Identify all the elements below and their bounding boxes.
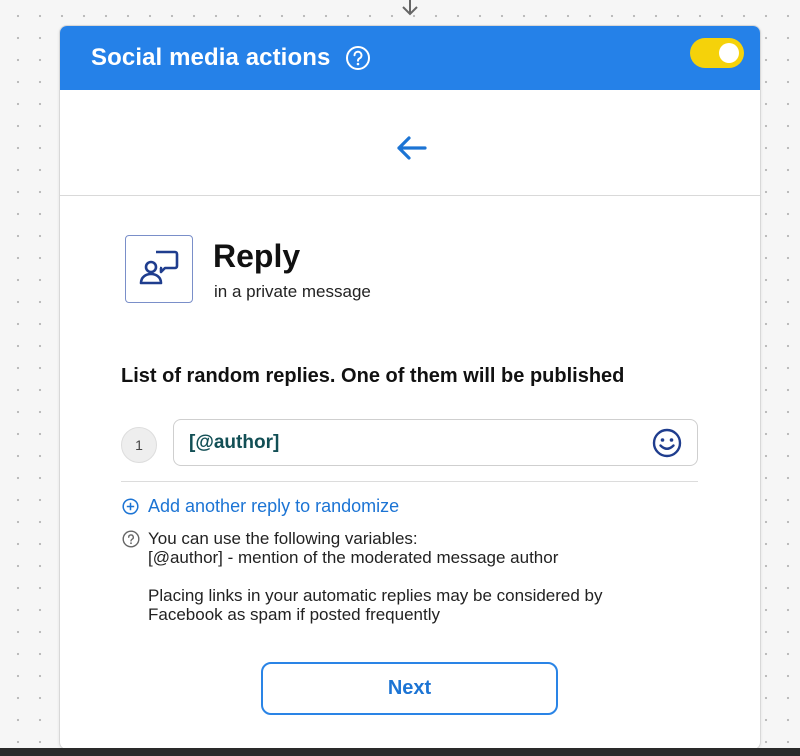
reply-action-icon-box bbox=[125, 235, 193, 303]
enable-toggle[interactable] bbox=[690, 38, 744, 68]
social-media-actions-card: Social media actions Reply in a private … bbox=[59, 25, 761, 750]
reply-number-badge: 1 bbox=[121, 427, 157, 463]
hint-line: [@author] - mention of the moderated mes… bbox=[148, 548, 559, 567]
reply-chat-person-icon bbox=[139, 250, 179, 285]
card-title: Social media actions bbox=[91, 44, 331, 71]
card-header: Social media actions bbox=[60, 26, 760, 90]
replies-heading: List of random replies. One of them will… bbox=[121, 365, 625, 387]
action-subtitle: in a private message bbox=[214, 282, 371, 301]
emoji-icon[interactable] bbox=[652, 428, 682, 458]
hint-text: You can use the following variables: [@a… bbox=[148, 529, 722, 624]
question-circle-icon[interactable] bbox=[345, 45, 371, 71]
action-title: Reply bbox=[213, 238, 301, 274]
plus-circle-icon bbox=[122, 498, 139, 515]
arrow-left-icon bbox=[397, 136, 427, 160]
question-circle-icon bbox=[122, 530, 140, 548]
hint-line: You can use the following variables: bbox=[148, 529, 418, 548]
reply-input[interactable] bbox=[189, 420, 629, 465]
back-navigation-row bbox=[60, 90, 760, 196]
next-button[interactable]: Next bbox=[261, 662, 558, 715]
add-reply-link[interactable]: Add another reply to randomize bbox=[122, 496, 399, 517]
divider bbox=[121, 481, 698, 482]
add-reply-label: Add another reply to randomize bbox=[148, 496, 400, 516]
variables-hint: You can use the following variables: [@a… bbox=[122, 529, 722, 624]
hint-line: Facebook as spam if posted frequently bbox=[148, 605, 440, 624]
bottom-bar bbox=[0, 748, 800, 756]
back-button[interactable] bbox=[393, 130, 429, 166]
toggle-knob bbox=[719, 43, 739, 63]
hint-line: Placing links in your automatic replies … bbox=[148, 586, 603, 605]
reply-input-container bbox=[173, 419, 698, 466]
connector-arrow-down-icon bbox=[402, 0, 418, 16]
